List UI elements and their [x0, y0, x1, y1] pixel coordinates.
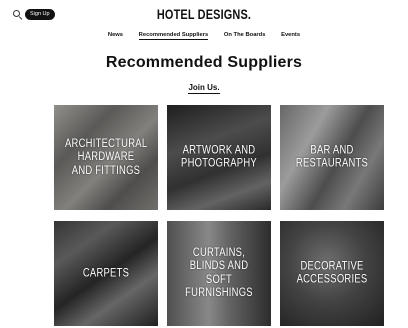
join-us-label[interactable]: Join Us.	[188, 83, 220, 94]
tile-architectural-hardware[interactable]: ARCHITECTURAL HARDWARE AND FITTINGS	[54, 105, 158, 210]
nav-item-events[interactable]: Events	[281, 32, 300, 38]
nav-item-recommended-suppliers[interactable]: Recommended Suppliers	[138, 32, 209, 40]
tile-label: DECORATIVE ACCESSORIES	[296, 260, 368, 286]
site-logo[interactable]: HOTEL DESIGNS.	[45, 6, 363, 22]
main-nav: News Recommended Suppliers On The Boards…	[0, 32, 408, 40]
tile-label: CURTAINS, BLINDS AND SOFT FURNISHINGS	[185, 246, 253, 300]
tile-label: CARPETS	[82, 266, 130, 279]
tile-decorative-accessories[interactable]: DECORATIVE ACCESSORIES	[280, 221, 384, 326]
tile-label: BAR AND RESTAURANTS	[295, 144, 369, 170]
tile-label: ARCHITECTURAL HARDWARE AND FITTINGS	[65, 137, 148, 177]
tile-curtains-blinds[interactable]: CURTAINS, BLINDS AND SOFT FURNISHINGS	[167, 221, 271, 326]
nav-item-news[interactable]: News	[108, 32, 123, 38]
tile-carpets[interactable]: CARPETS	[54, 221, 158, 326]
top-bar: Sign Up HOTEL DESIGNS.	[0, 0, 408, 30]
nav-item-on-the-boards[interactable]: On The Boards	[224, 32, 266, 38]
page-title: Recommended Suppliers	[105, 54, 303, 71]
tile-label: ARTWORK AND PHOTOGRAPHY	[181, 144, 257, 170]
tile-bar-restaurants[interactable]: BAR AND RESTAURANTS	[280, 105, 384, 210]
join-us-link[interactable]: Join Us.	[0, 83, 408, 94]
search-icon[interactable]	[13, 10, 23, 21]
tile-artwork-photography[interactable]: ARTWORK AND PHOTOGRAPHY	[167, 105, 271, 210]
